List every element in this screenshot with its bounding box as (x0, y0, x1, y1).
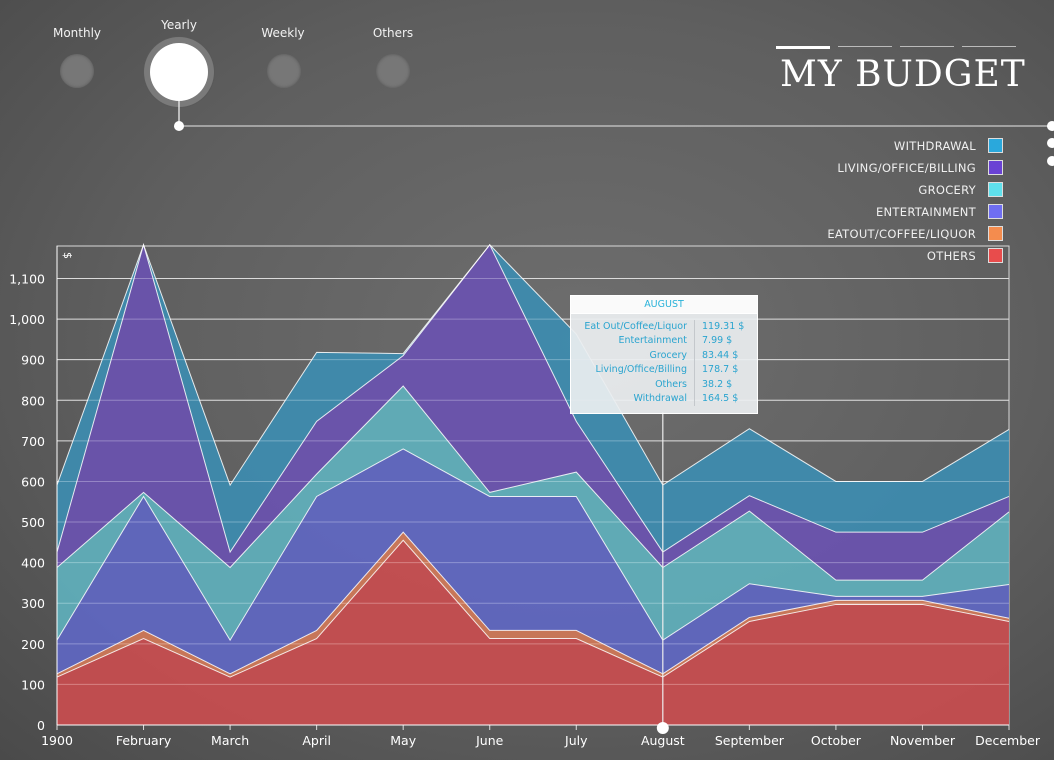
tooltip-row-label: Eat Out/Coffee/Liquor (584, 321, 687, 332)
x-tick-label: September (715, 733, 785, 748)
x-tick-label: July (564, 733, 588, 748)
x-tick-label: February (116, 733, 172, 748)
tooltip-title: AUGUST (571, 296, 757, 314)
y-axis-label: $ (61, 252, 74, 259)
x-tick-label: June (475, 733, 504, 748)
y-tick-label: 400 (21, 556, 45, 571)
y-tick-label: 100 (21, 677, 45, 692)
tooltip-row-label: Entertainment (618, 335, 687, 346)
tooltip-row-value: 7.99 $ (702, 335, 733, 346)
x-tick-label: May (390, 733, 416, 748)
x-tick-label: October (811, 733, 862, 748)
y-tick-label: 200 (21, 637, 45, 652)
tooltip-row-value: 83.44 $ (702, 350, 739, 361)
y-tick-label: 1,000 (9, 312, 45, 327)
y-tick-label: 1,100 (9, 271, 45, 286)
y-tick-label: 0 (37, 718, 45, 733)
tooltip-row-label: Grocery (649, 350, 687, 361)
tooltip-row-value: 164.5 $ (702, 393, 739, 404)
tooltip-separator (694, 320, 695, 406)
y-tick-label: 300 (21, 596, 45, 611)
tooltip-row-label: Withdrawal (633, 393, 687, 404)
tooltip-row-value: 119.31 $ (702, 321, 745, 332)
tooltip-row-label: Living/Office/Billing (595, 364, 687, 375)
x-tick-label: March (211, 733, 249, 748)
x-tick-label: 1900 (41, 733, 73, 748)
x-tick-label: November (890, 733, 956, 748)
tooltip-row-label: Others (655, 379, 687, 390)
y-tick-label: 500 (21, 515, 45, 530)
y-tick-label: 700 (21, 434, 45, 449)
x-tick-label: August (641, 733, 685, 748)
tooltip-row-value: 178.7 $ (702, 364, 739, 375)
x-tick-label: December (975, 733, 1041, 748)
tooltip: AUGUST Eat Out/Coffee/Liquor 119.31 $ Ent… (570, 295, 758, 414)
y-tick-label: 800 (21, 393, 45, 408)
y-tick-label: 900 (21, 353, 45, 368)
tooltip-row-value: 38.2 $ (702, 379, 733, 390)
x-tick-label: April (302, 733, 331, 748)
y-tick-label: 600 (21, 474, 45, 489)
stacked-area-chart[interactable]: 0 100 200 300 400 500 600 700 800 900 1,000 1,100 $1… (0, 0, 1054, 760)
